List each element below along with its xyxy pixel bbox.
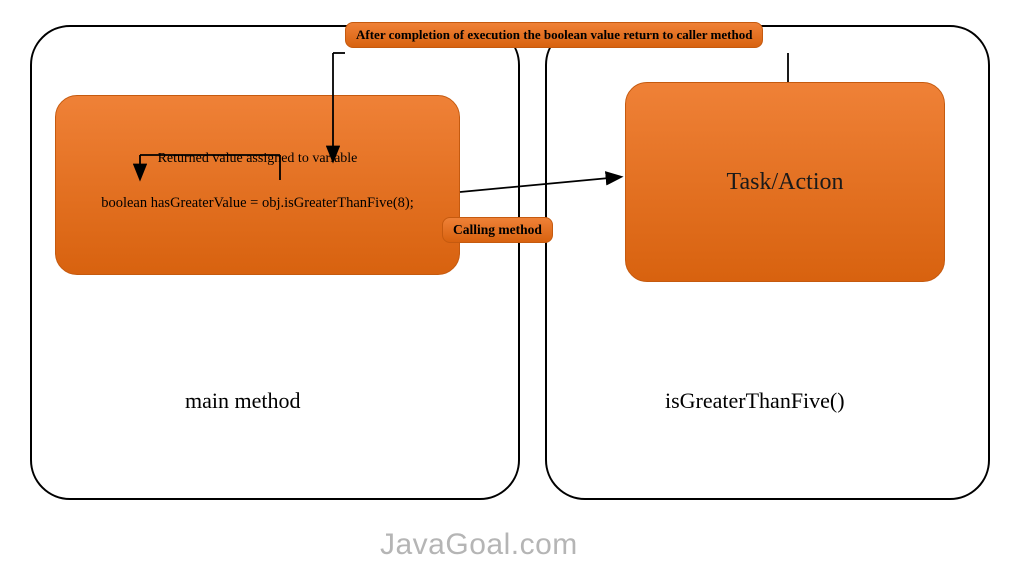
code-box: Returned value assigned to variable bool… [55,95,460,275]
return-value-label: After completion of execution the boolea… [345,22,763,48]
calling-method-label: Calling method [442,217,553,243]
task-label: Task/Action [727,169,844,196]
code-line: boolean hasGreaterValue = obj.isGreaterT… [101,195,414,212]
main-method-title: main method [185,388,300,414]
isgreater-method-title: isGreaterThanFive() [665,388,845,414]
watermark: JavaGoal.com [380,528,578,562]
returned-value-label: Returned value assigned to variable [158,151,358,167]
task-action-box: Task/Action [625,82,945,282]
